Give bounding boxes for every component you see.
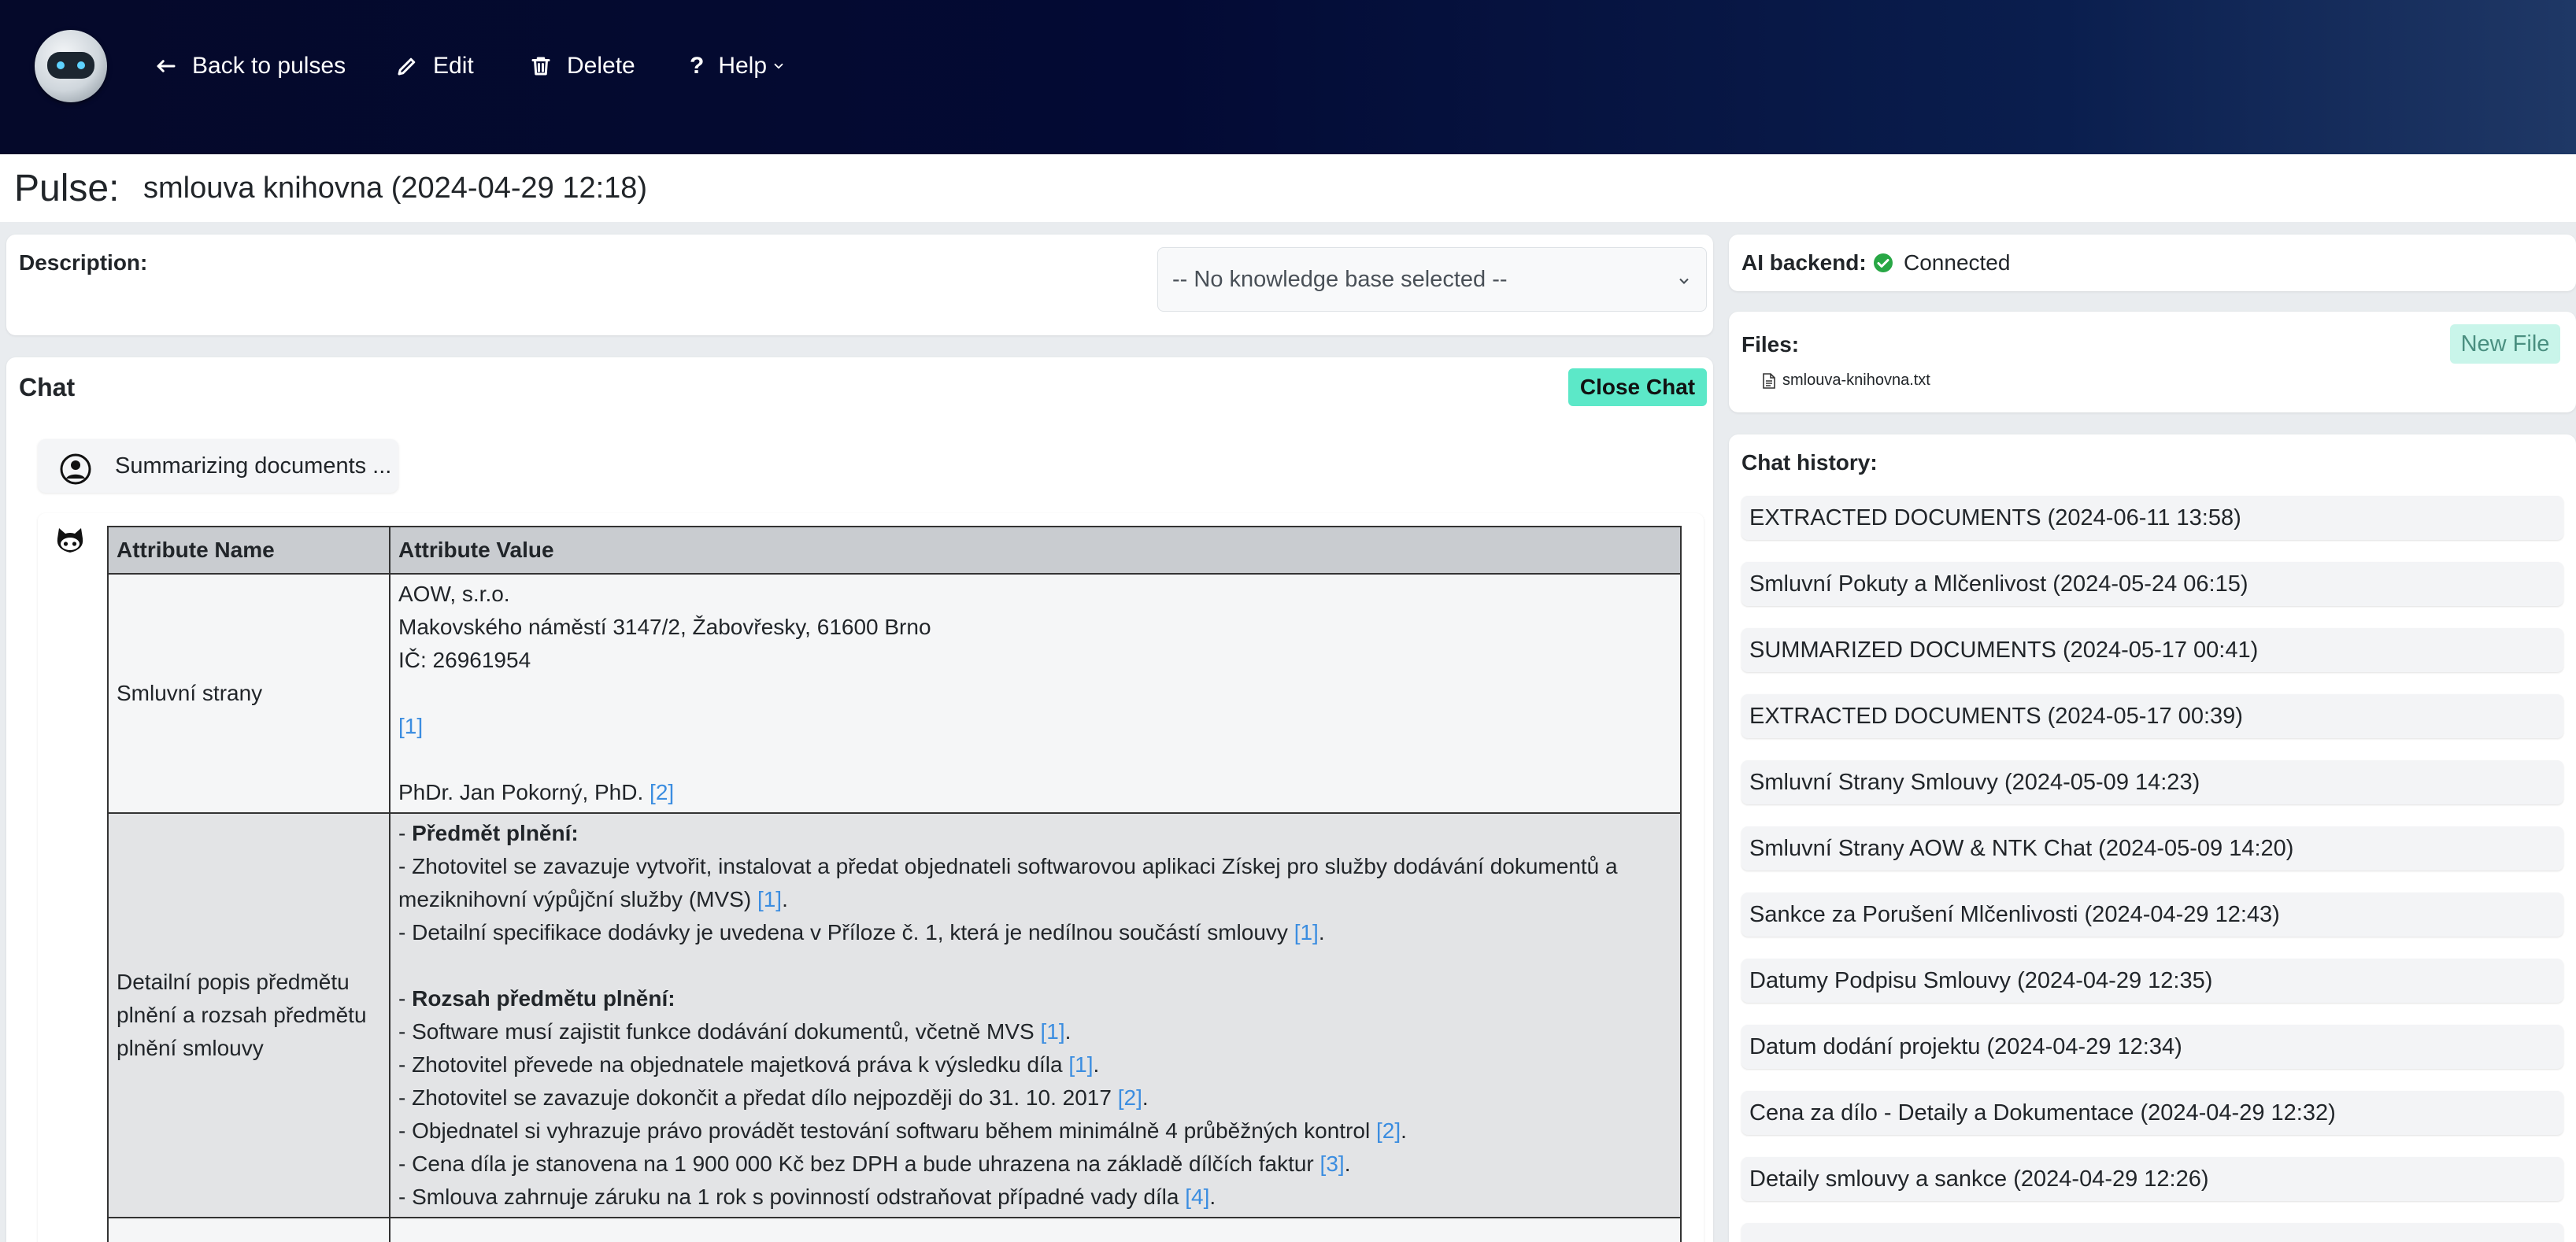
chat-history-item[interactable]: Datum dodání projektu (2024-04-29 12:34) [1741,1025,2563,1069]
chevron-down-icon [774,63,783,69]
ai-backend-label: AI backend: [1741,250,1867,275]
citation-link[interactable]: [1] [1294,920,1319,944]
chat-history-item[interactable]: Datumy Podpisu Smlouvy (2024-04-29 12:35… [1741,959,2563,1003]
citation-link[interactable]: [2] [1118,1085,1142,1110]
file-name: smlouva-knihovna.txt [1782,371,1930,389]
citation-link[interactable]: [4] [1185,1185,1209,1209]
citation-link[interactable]: [2] [650,780,674,804]
chat-history-item[interactable]: Smluvní Pokuty a Mlčenlivost (2024-05-24… [1741,562,2563,606]
chat-history-item[interactable]: EXTRACTED DOCUMENTS (2024-05-17 00:39) [1741,694,2563,738]
value-line: - Smlouva zahrnuje záruku na 1 rok s pov… [398,1185,1179,1209]
arrow-left-icon [157,60,176,72]
files-card: Files: New File smlouva-knihovna.txt [1729,312,2576,412]
pulse-title: smlouva knihovna (2024-04-29 12:18) [143,172,648,205]
user-message: Summarizing documents ... [38,439,398,493]
back-to-pulses-button[interactable]: Back to pulses [154,49,346,83]
ai-backend-status: Connected [1904,250,2011,275]
question-mark-icon: ? [690,53,705,79]
delete-label: Delete [567,53,635,79]
citation-link[interactable]: [2] [1376,1118,1401,1143]
value-line: - Zhotovitel se zavazuje dokončit a před… [398,1085,1112,1110]
check-circle-icon [1874,253,1893,272]
table-header-name: Attribute Name [107,526,390,575]
bot-cat-icon [57,528,83,553]
description-label: Description: [19,250,148,275]
back-to-pulses-label: Back to pulses [192,53,346,79]
help-dropdown[interactable]: ? Help [690,49,786,83]
edit-label: Edit [433,53,474,79]
value-line: - Software musí zajistit funkce dodávání… [398,1019,1034,1044]
knowledge-base-select-value: -- No knowledge base selected -- [1172,266,1508,292]
citation-link[interactable]: [1] [757,887,782,911]
chevron-down-icon [1679,278,1689,284]
chat-history-item[interactable]: Smluvní Strany Smlouvy (2024-05-09 14:23… [1741,760,2563,804]
table-header-value: Attribute Value [389,526,1682,575]
help-label: Help [718,53,768,79]
citation-link[interactable]: [3] [1320,1151,1345,1176]
attribute-value: - Předmět plnění: - Zhotovitel se zavazu… [389,812,1682,1218]
value-line: PhDr. Jan Pokorný, PhD. [398,780,644,804]
attribute-value: AOW, s.r.o. Makovského náměstí 3147/2, Ž… [389,573,1682,814]
chat-history-item[interactable]: Detaily smlouvy a sankce (2024-04-29 12:… [1741,1157,2563,1201]
file-item[interactable]: smlouva-knihovna.txt [1762,371,1930,390]
bot-message: Attribute Name Attribute Value Smluvní s… [38,513,1704,1242]
value-line: - Objednatel si vyhrazuje právo provádět… [398,1118,1371,1143]
value-line: Makovského náměstí 3147/2, Žabovřesky, 6… [398,615,931,639]
citation-link[interactable]: [1] [1041,1019,1065,1044]
value-line: IČ: 26961954 [398,648,531,672]
trash-icon [531,57,550,76]
close-chat-button[interactable]: Close Chat [1568,368,1707,406]
pencil-icon [398,57,416,76]
pulse-header: Pulse: smlouva knihovna (2024-04-29 12:1… [0,154,2576,222]
table-row [107,1217,1682,1242]
chat-history-item[interactable]: Sankce za Porušení Mlčenlivosti (2024-04… [1741,893,2563,937]
value-line: - Detailní specifikace dodávky je uveden… [398,920,1288,944]
attribute-table: Attribute Name Attribute Value Smluvní s… [107,526,1682,1242]
chat-history-item[interactable]: SUMMARIZED DOCUMENTS (2024-05-17 00:41) [1741,628,2563,672]
chat-history-item[interactable] [1741,1223,2563,1242]
chat-history-list: EXTRACTED DOCUMENTS (2024-06-11 13:58) S… [1741,496,2563,1242]
citation-link[interactable]: [1] [398,714,423,738]
chat-title: Chat [19,373,76,401]
chat-history-item[interactable]: Smluvní Strany AOW & NTK Chat (2024-05-0… [1741,826,2563,871]
chat-history-item[interactable]: EXTRACTED DOCUMENTS (2024-06-11 13:58) [1741,496,2563,540]
value-line: - Zhotovitel převede na objednatele maje… [398,1052,1063,1077]
section-heading: Rozsah předmětu plnění: [412,986,675,1011]
ai-backend-card: AI backend: Connected [1729,235,2576,291]
user-message-text: Summarizing documents ... [115,453,392,479]
attribute-name: Smluvní strany [107,573,390,814]
top-navbar: Back to pulses Edit Delete ? Help [0,0,2576,154]
delete-button[interactable]: Delete [529,49,635,83]
description-card: Description: -- No knowledge base select… [6,235,1713,335]
knowledge-base-select[interactable]: -- No knowledge base selected -- [1157,247,1707,312]
chat-card: Chat Close Chat Summarizing documents ..… [6,357,1713,1242]
pulse-label: Pulse: [14,168,120,209]
files-label: Files: [1741,332,1800,357]
value-line: AOW, s.r.o. [398,582,510,606]
table-row: Detailní popis předmětu plnění a rozsah … [107,812,1682,1218]
attribute-name: Detailní popis předmětu plnění a rozsah … [107,812,390,1218]
robot-logo[interactable] [35,30,107,102]
value-line: - Cena díla je stanovena na 1 900 000 Kč… [398,1151,1314,1176]
user-avatar-icon [60,453,91,485]
edit-button[interactable]: Edit [395,49,474,83]
file-icon [1763,372,1775,389]
chat-history-item[interactable]: Cena za dílo - Detaily a Dokumentace (20… [1741,1091,2563,1135]
value-line: - Zhotovitel se zavazuje vytvořit, insta… [398,854,1618,911]
table-row: Smluvní strany AOW, s.r.o. Makovského ná… [107,573,1682,814]
chat-history-card: Chat history: EXTRACTED DOCUMENTS (2024-… [1729,434,2576,1242]
citation-link[interactable]: [1] [1068,1052,1093,1077]
new-file-button[interactable]: New File [2450,324,2560,364]
chat-history-label: Chat history: [1741,450,1878,475]
section-heading: Předmět plnění: [412,821,579,845]
robot-face-icon [47,52,94,79]
